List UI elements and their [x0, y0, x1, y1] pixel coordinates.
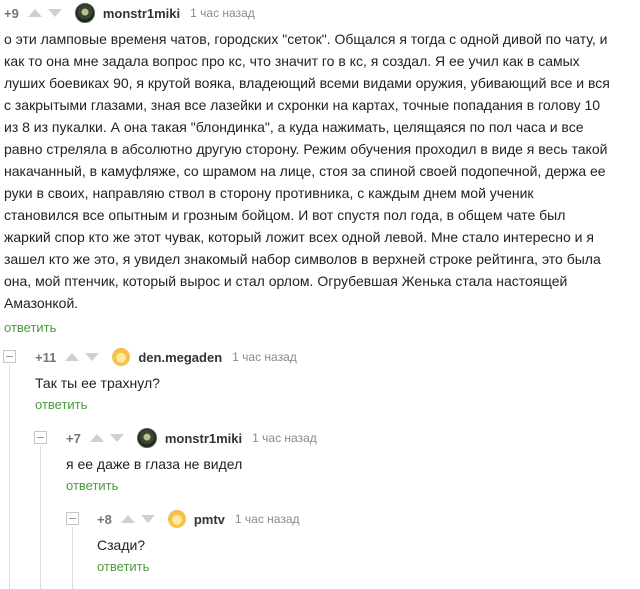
downvote-arrow-icon[interactable] [138, 512, 158, 526]
comment-root: +9 monstr1miki 1 час назад о эти ламповы… [4, 2, 636, 337]
comment-rating: +11 [35, 349, 57, 365]
collapse-toggle-comment-4[interactable] [66, 512, 79, 525]
reply-button[interactable]: ответить [97, 558, 637, 576]
comment-line: Сзади? [97, 537, 146, 553]
comment-line: равно стреляла в абсолютно другую сторон… [4, 141, 608, 157]
reply-button[interactable]: ответить [4, 319, 636, 337]
upvote-arrow-icon[interactable] [118, 512, 138, 526]
comment-line: она, мой птенчик, который вырос и стал о… [4, 273, 568, 289]
comment-reply-level3: +8 pmtv 1 час назад Сзади? ответить [97, 508, 637, 576]
comment-line: руки в своих, направляю ствол в сторону … [4, 185, 534, 201]
comment-line: из 8 из пукалки. А она такая "блондинка"… [4, 119, 584, 135]
upvote-arrow-icon[interactable] [62, 350, 82, 364]
comment-line: зашел кто же это, я увидел знакомый набо… [4, 251, 601, 267]
tank-avatar-icon[interactable] [136, 428, 157, 448]
emoji-avatar-icon[interactable] [112, 348, 131, 366]
comment-author[interactable]: monstr1miki [103, 6, 180, 21]
emoji-avatar-icon[interactable] [167, 510, 186, 528]
collapse-toggle-comment-3[interactable] [34, 431, 47, 444]
comment-header: +7 monstr1miki 1 час назад [66, 427, 636, 449]
comment-line: накачанный, в камуфляже, со шрамом на ли… [4, 163, 606, 179]
comment-header: +9 monstr1miki 1 час назад [4, 2, 636, 24]
comment-line: Так ты ее трахнул? [35, 375, 160, 391]
comment-body: Сзади? [97, 534, 637, 556]
comment-rating: +9 [4, 5, 19, 21]
thread-line-level1 [9, 365, 10, 589]
comment-time[interactable]: 1 час назад [190, 6, 255, 20]
comment-author[interactable]: monstr1miki [165, 431, 242, 446]
comment-line: становился все опытным и грозным бойцом.… [4, 207, 566, 223]
reply-button[interactable]: ответить [35, 396, 635, 414]
comment-line: я ее даже в глаза не видел [66, 456, 243, 472]
comment-body: Так ты ее трахнул? [35, 372, 635, 394]
comment-time[interactable]: 1 час назад [252, 431, 317, 445]
comment-rating: +8 [97, 511, 112, 527]
comment-line: с закрытыми глазами, зная все лазейки и … [4, 97, 601, 113]
comment-header: +8 pmtv 1 час назад [97, 508, 637, 530]
comment-time[interactable]: 1 час назад [232, 350, 297, 364]
tank-avatar-icon[interactable] [74, 3, 95, 23]
comment-rating: +7 [66, 430, 81, 446]
downvote-arrow-icon[interactable] [45, 6, 65, 20]
comment-author[interactable]: den.megaden [138, 350, 222, 365]
downvote-arrow-icon[interactable] [107, 431, 127, 445]
thread-line-level2 [40, 446, 41, 589]
comment-line: Амазонкой. [4, 295, 79, 311]
upvote-arrow-icon[interactable] [25, 6, 45, 20]
comment-line: луших боевиках 90, я крутой вояка, владе… [4, 75, 610, 91]
comment-body: я ее даже в глаза не видел [66, 453, 636, 475]
comment-header: +11 den.megaden 1 час назад [35, 346, 635, 368]
collapse-toggle-comment-2[interactable] [3, 350, 16, 363]
comment-line: о эти ламповые временя чатов, городских … [4, 31, 608, 47]
comment-body: о эти ламповые временя чатов, городских … [4, 28, 636, 314]
reply-button[interactable]: ответить [66, 477, 636, 495]
thread-line-level3 [72, 527, 73, 589]
comment-line: как то она мне задала вопрос про кс, что… [4, 53, 580, 69]
comment-time[interactable]: 1 час назад [235, 512, 300, 526]
comment-author[interactable]: pmtv [194, 512, 225, 527]
comment-reply-level1: +11 den.megaden 1 час назад Так ты ее тр… [35, 346, 635, 414]
upvote-arrow-icon[interactable] [87, 431, 107, 445]
downvote-arrow-icon[interactable] [82, 350, 102, 364]
comment-reply-level2: +7 monstr1miki 1 час назад я ее даже в г… [66, 427, 636, 495]
comment-line: жаркий спор кто же этот чувак, который л… [4, 229, 594, 245]
